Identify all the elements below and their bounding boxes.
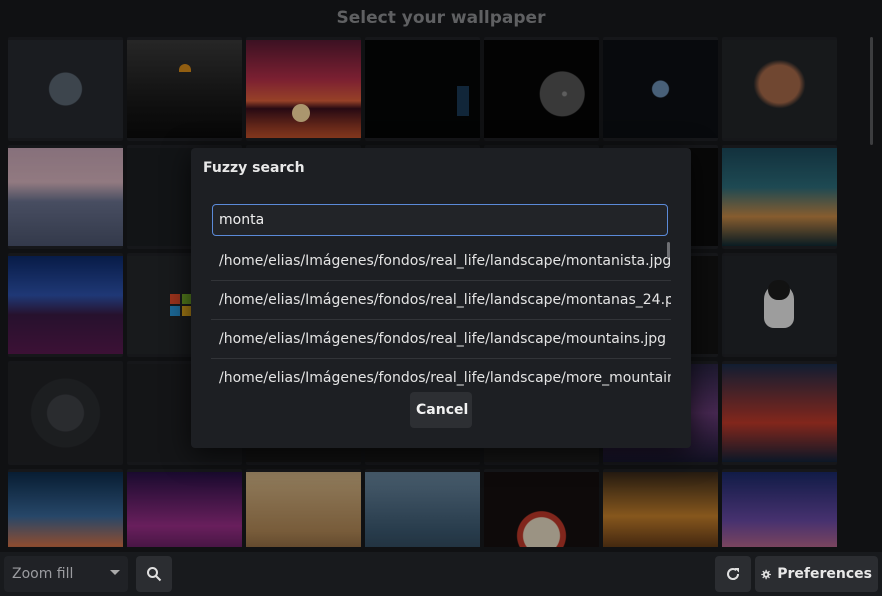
fuzzy-search-input[interactable] <box>212 204 668 236</box>
fuzzy-search-dialog: Fuzzy search /home/elias/Imágenes/fondos… <box>191 148 691 448</box>
search-result-item[interactable]: /home/elias/Imágenes/fondos/real_life/la… <box>211 242 671 281</box>
search-results-list: /home/elias/Imágenes/fondos/real_life/la… <box>211 242 671 388</box>
gear-icon <box>761 569 771 579</box>
search-result-item[interactable]: /home/elias/Imágenes/fondos/real_life/la… <box>211 281 671 320</box>
bottom-bar: Zoom fill Preferences <box>0 552 882 596</box>
refresh-button[interactable] <box>715 556 751 592</box>
search-icon <box>147 567 162 582</box>
zoom-mode-label: Zoom fill <box>12 566 74 582</box>
preferences-label: Preferences <box>777 566 872 582</box>
results-scrollbar[interactable] <box>667 242 670 258</box>
search-result-item[interactable]: /home/elias/Imágenes/fondos/real_life/la… <box>211 320 671 359</box>
search-result-item[interactable]: /home/elias/Imágenes/fondos/real_life/la… <box>211 359 671 388</box>
dialog-title: Fuzzy search <box>203 160 305 176</box>
preferences-button[interactable]: Preferences <box>755 556 878 592</box>
zoom-mode-dropdown[interactable]: Zoom fill <box>4 556 128 592</box>
search-button[interactable] <box>136 556 172 592</box>
cancel-button[interactable]: Cancel <box>410 392 472 428</box>
refresh-icon <box>727 568 740 580</box>
chevron-down-icon <box>110 570 120 575</box>
